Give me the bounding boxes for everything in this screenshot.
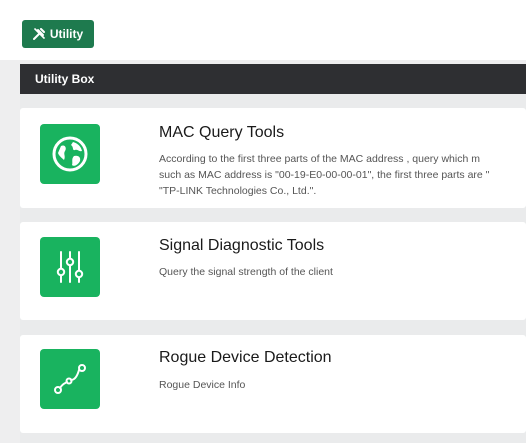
utility-button[interactable]: Utility xyxy=(22,20,94,48)
utility-button-label: Utility xyxy=(49,27,84,41)
tool-title: MAC Query Tools xyxy=(159,124,285,141)
utility-box-header: Utility Box xyxy=(20,64,526,94)
sliders-icon xyxy=(40,237,100,297)
tool-card-rogue-device[interactable]: Rogue Device Detection Rogue Device Info xyxy=(20,335,526,433)
desc-line: Rogue Device Info xyxy=(159,379,246,391)
tool-card-signal-diagnostic[interactable]: Signal Diagnostic Tools Query the signal… xyxy=(20,222,526,320)
globe-icon xyxy=(40,124,100,184)
desc-line: According to the first three parts of th… xyxy=(159,153,480,165)
tool-card-mac-query[interactable]: MAC Query Tools According to the first t… xyxy=(20,108,526,208)
tool-title: Signal Diagnostic Tools xyxy=(159,237,325,254)
route-nodes-icon xyxy=(40,349,100,409)
tool-description: According to the first three parts of th… xyxy=(159,151,489,199)
tool-description: Query the signal strength of the client xyxy=(159,264,333,280)
tools-icon xyxy=(32,28,45,40)
desc-line: such as MAC address is "00-19-E0-00-00-0… xyxy=(159,169,490,181)
desc-line: "TP-LINK Technologies Co., Ltd.". xyxy=(159,185,317,197)
tool-title: Rogue Device Detection xyxy=(159,349,332,366)
desc-line: Query the signal strength of the client xyxy=(159,266,333,278)
utility-box-title: Utility Box xyxy=(35,72,95,86)
tool-description: Rogue Device Info xyxy=(159,377,245,393)
